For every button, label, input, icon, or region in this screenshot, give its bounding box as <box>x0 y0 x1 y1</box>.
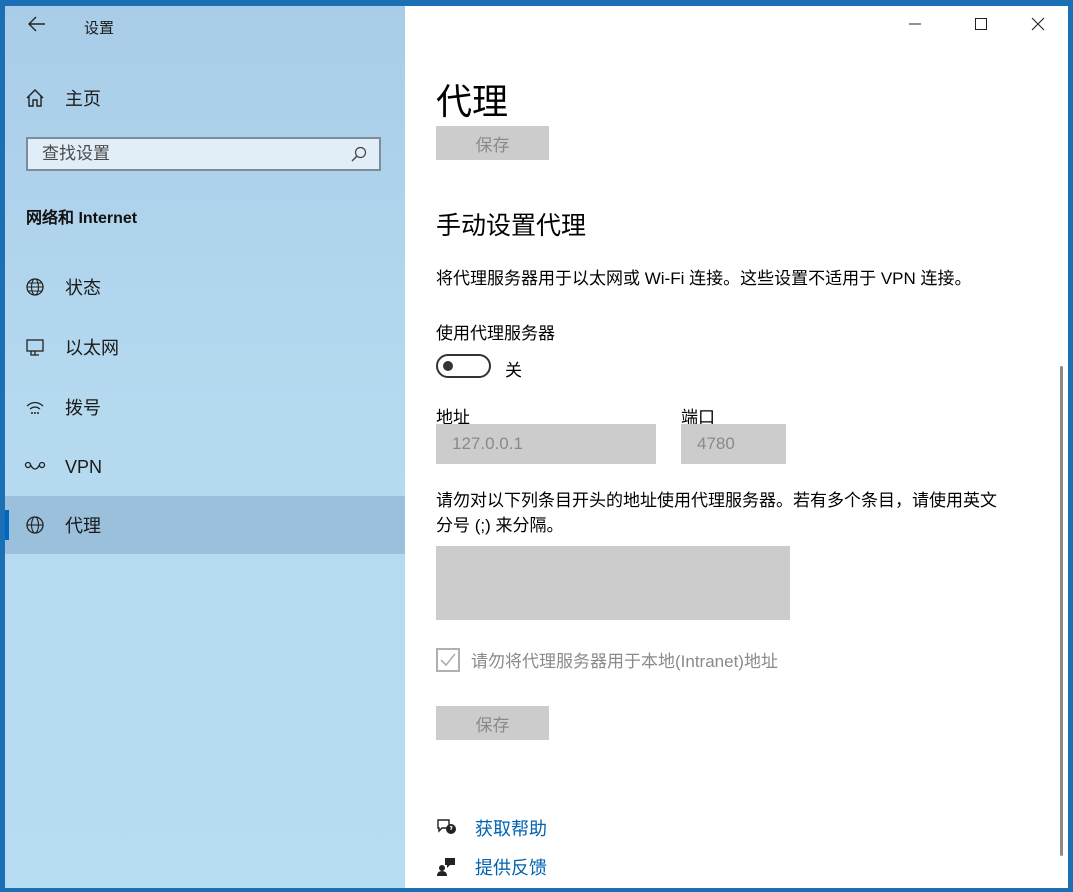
search-box <box>26 137 381 171</box>
sidebar-item-dialup[interactable]: 拨号 <box>5 378 405 436</box>
search-icon[interactable] <box>349 144 369 164</box>
sidebar-item-label: 代理 <box>65 516 101 536</box>
sidebar-item-status[interactable]: 状态 <box>5 258 405 316</box>
port-field[interactable] <box>681 424 786 464</box>
sidebar-item-label: VPN <box>65 456 103 477</box>
sidebar-item-label: 拨号 <box>65 398 101 418</box>
give-feedback-link[interactable]: 提供反馈 <box>436 854 547 880</box>
minimize-button[interactable] <box>892 6 938 46</box>
main-content: 代理 保存 手动设置代理 将代理服务器用于以太网或 Wi-Fi 连接。这些设置不… <box>405 6 1068 888</box>
back-button[interactable] <box>23 12 51 40</box>
use-proxy-label: 使用代理服务器 <box>436 324 555 343</box>
sidebar-item-label: 以太网 <box>65 338 119 358</box>
sidebar-item-ethernet[interactable]: 以太网 <box>5 318 405 376</box>
feedback-icon <box>436 856 458 878</box>
ethernet-icon <box>24 336 46 358</box>
give-feedback-label: 提供反馈 <box>475 858 547 878</box>
use-proxy-toggle[interactable] <box>436 354 491 378</box>
address-field[interactable] <box>436 424 656 464</box>
sidebar-item-vpn[interactable]: VPN <box>5 438 405 496</box>
globe-status-icon <box>24 276 46 298</box>
toggle-knob <box>443 361 453 371</box>
home-icon <box>24 87 46 109</box>
active-indicator <box>5 510 9 540</box>
minimize-icon <box>909 17 921 35</box>
sidebar-item-label: 状态 <box>65 278 101 298</box>
local-address-checkbox[interactable] <box>436 647 460 672</box>
exceptions-description: 请勿对以下列条目开头的地址使用代理服务器。若有多个条目，请使用英文分号 (;) … <box>436 491 997 535</box>
vpn-icon <box>24 456 46 478</box>
back-arrow-icon <box>28 16 46 37</box>
local-address-checkbox-label: 请勿将代理服务器用于本地(Intranet)地址 <box>471 652 778 671</box>
sidebar-item-label: 主页 <box>65 89 101 109</box>
sidebar-item-home[interactable]: 主页 <box>5 78 405 118</box>
maximize-icon <box>975 17 987 35</box>
exceptions-field[interactable] <box>436 546 790 620</box>
get-help-label: 获取帮助 <box>475 819 547 839</box>
page-title: 代理 <box>436 81 509 122</box>
manual-proxy-heading: 手动设置代理 <box>436 212 587 240</box>
save-button-bottom[interactable]: 保存 <box>436 706 549 740</box>
section-title: 网络和 Internet <box>26 210 138 227</box>
sidebar-item-proxy[interactable]: 代理 <box>5 496 405 554</box>
globe-icon <box>24 514 46 536</box>
save-button-top[interactable]: 保存 <box>436 126 549 160</box>
settings-window: 设置 主页 网络和 Internet 状态 以太网 <box>5 6 1068 888</box>
maximize-button[interactable] <box>958 6 1004 46</box>
dialup-icon <box>24 396 46 418</box>
app-title: 设置 <box>84 20 115 37</box>
get-help-link[interactable]: 获取帮助 <box>436 815 547 841</box>
toggle-state-label: 关 <box>505 361 522 380</box>
manual-proxy-description: 将代理服务器用于以太网或 Wi-Fi 连接。这些设置不适用于 VPN 连接。 <box>436 269 972 288</box>
checkmark-icon <box>440 652 456 666</box>
help-chat-icon <box>436 817 458 839</box>
local-address-checkbox-row[interactable]: 请勿将代理服务器用于本地(Intranet)地址 <box>436 647 778 672</box>
close-button[interactable] <box>1015 6 1061 46</box>
close-icon <box>1031 17 1045 36</box>
search-input[interactable] <box>28 138 349 170</box>
scrollbar[interactable] <box>1060 366 1063 856</box>
sidebar: 设置 主页 网络和 Internet 状态 以太网 <box>5 6 405 888</box>
